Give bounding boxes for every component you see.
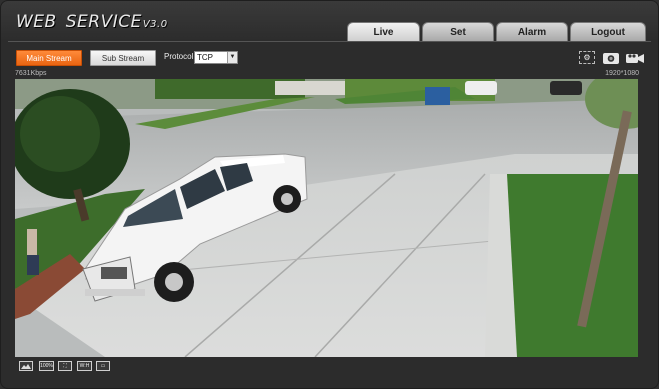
record-video-icon[interactable]	[625, 51, 644, 65]
tab-divider	[8, 41, 651, 42]
tab-alarm[interactable]: Alarm	[496, 22, 568, 41]
image-adjust-icon[interactable]	[19, 361, 33, 371]
live-video-feed[interactable]	[15, 79, 638, 357]
main-stream-button[interactable]: Main Stream	[16, 50, 82, 66]
logo-version: V3.0	[142, 19, 168, 30]
zoom-100-icon[interactable]: 100%	[39, 361, 54, 371]
tab-live[interactable]: Live	[347, 22, 420, 41]
resolution-readout: 1920*1080	[605, 70, 639, 77]
stream-toolbar: Main Stream Sub Stream Protocol TCP ▼ ⚙	[16, 50, 646, 68]
settings-icon[interactable]: ⚙	[579, 51, 595, 64]
video-control-bar: 100% ⛶ W:H ▭	[15, 358, 638, 374]
bitrate-readout: 7631Kbps	[15, 70, 47, 77]
logo-text-service: SERVICE	[65, 12, 142, 32]
tab-set[interactable]: Set	[422, 22, 494, 41]
fit-window-icon[interactable]: ▭	[96, 361, 110, 371]
camera-frame-image	[15, 79, 638, 357]
protocol-value: TCP	[197, 53, 213, 62]
main-tabs: Live Set Alarm Logout	[347, 22, 646, 41]
protocol-select[interactable]: TCP ▼	[194, 51, 238, 64]
fullscreen-icon[interactable]: ⛶	[58, 361, 72, 371]
snapshot-camera-icon[interactable]	[602, 51, 620, 65]
sub-stream-button[interactable]: Sub Stream	[90, 50, 156, 66]
protocol-label: Protocol	[164, 52, 194, 61]
tab-logout[interactable]: Logout	[570, 22, 646, 41]
app-logo: WEB SERVICEV3.0	[16, 12, 168, 32]
chevron-down-icon: ▼	[227, 52, 237, 63]
aspect-ratio-icon[interactable]: W:H	[77, 361, 92, 371]
logo-text-web: WEB	[16, 12, 57, 32]
